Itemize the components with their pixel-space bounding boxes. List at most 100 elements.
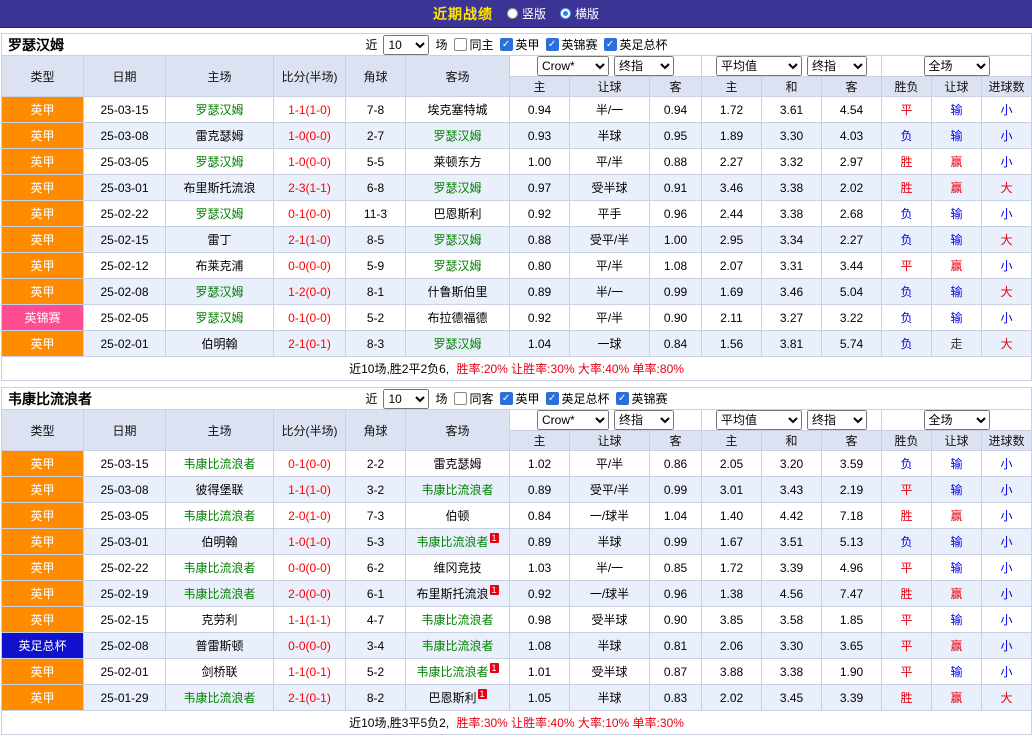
- home-team[interactable]: 彼得堡联: [195, 483, 243, 497]
- home-team[interactable]: 布莱克浦: [195, 259, 243, 273]
- match-date: 25-02-08: [84, 633, 166, 659]
- euro-provider-select[interactable]: 平均值: [716, 410, 802, 430]
- away-team[interactable]: 韦康比流浪者: [416, 665, 488, 679]
- home-team[interactable]: 雷克瑟姆: [195, 129, 243, 143]
- match-result: 平: [882, 477, 932, 503]
- score: 2-0(1-0): [274, 503, 346, 529]
- scope-select[interactable]: 全场: [924, 56, 990, 76]
- asian-home-odds: 0.92: [510, 201, 570, 227]
- asian-home-odds: 0.97: [510, 175, 570, 201]
- score: 1-0(0-0): [274, 149, 346, 175]
- euro-time-select[interactable]: 终指: [807, 56, 867, 76]
- away-team[interactable]: 伯顿: [445, 509, 469, 523]
- away-team[interactable]: 布拉德福德: [427, 311, 487, 325]
- euro-home-odds: 3.88: [702, 659, 762, 685]
- col-header-type: 类型: [2, 56, 84, 97]
- page-title: 近期战绩: [433, 4, 493, 24]
- col-header-corners: 角球: [346, 410, 406, 451]
- checkbox-league-1[interactable]: 英甲: [500, 390, 540, 407]
- team-name: 罗瑟汉姆: [8, 35, 64, 55]
- checkbox-league-2[interactable]: 英锦赛: [546, 36, 598, 53]
- home-team[interactable]: 罗瑟汉姆: [195, 207, 243, 221]
- match-result: 胜: [882, 149, 932, 175]
- away-team[interactable]: 莱顿东方: [433, 155, 481, 169]
- asian-home-odds: 0.84: [510, 503, 570, 529]
- euro-away-odds: 1.90: [822, 659, 882, 685]
- subcol-asian-home: 主: [510, 431, 570, 451]
- away-team[interactable]: 韦康比流浪者: [421, 483, 493, 497]
- home-team[interactable]: 剑桥联: [201, 665, 237, 679]
- match-date: 25-02-12: [84, 253, 166, 279]
- home-team[interactable]: 韦康比流浪者: [183, 691, 255, 705]
- home-team[interactable]: 罗瑟汉姆: [195, 311, 243, 325]
- odds-provider-select[interactable]: Crow*: [537, 56, 609, 76]
- asian-home-odds: 1.03: [510, 555, 570, 581]
- handicap-line: 受半球: [570, 659, 650, 685]
- home-team[interactable]: 雷丁: [207, 233, 231, 247]
- match-count-select[interactable]: 10: [383, 35, 429, 55]
- home-team[interactable]: 韦康比流浪者: [183, 587, 255, 601]
- match-count-select[interactable]: 10: [383, 389, 429, 409]
- home-team[interactable]: 罗瑟汉姆: [195, 155, 243, 169]
- corners: 5-2: [346, 305, 406, 331]
- handicap-line: 受半球: [570, 607, 650, 633]
- away-team[interactable]: 埃克塞特城: [427, 103, 487, 117]
- score: 2-3(1-1): [274, 175, 346, 201]
- away-team[interactable]: 韦康比流浪者: [416, 535, 488, 549]
- home-team[interactable]: 罗瑟汉姆: [195, 285, 243, 299]
- layout-radio-vertical[interactable]: 竖版: [507, 5, 546, 22]
- match-result: 胜: [882, 503, 932, 529]
- away-team[interactable]: 罗瑟汉姆: [433, 233, 481, 247]
- home-team[interactable]: 韦康比流浪者: [183, 509, 255, 523]
- layout-radio-horizontal[interactable]: 横版: [560, 5, 599, 22]
- goals-result: 小: [982, 503, 1032, 529]
- odds-time-select[interactable]: 终指: [614, 410, 674, 430]
- away-team[interactable]: 什鲁斯伯里: [427, 285, 487, 299]
- away-team[interactable]: 韦康比流浪者: [421, 639, 493, 653]
- away-team[interactable]: 布里斯托流浪: [416, 587, 488, 601]
- scope-select[interactable]: 全场: [924, 410, 990, 430]
- away-team[interactable]: 罗瑟汉姆: [433, 337, 481, 351]
- home-team[interactable]: 韦康比流浪者: [183, 457, 255, 471]
- checkbox-same-venue[interactable]: 同主: [454, 36, 494, 53]
- home-team[interactable]: 伯明翰: [201, 535, 237, 549]
- euro-provider-select[interactable]: 平均值: [716, 56, 802, 76]
- col-header-date: 日期: [84, 410, 166, 451]
- away-team[interactable]: 罗瑟汉姆: [433, 129, 481, 143]
- handicap-line: 一/球半: [570, 581, 650, 607]
- checkbox-league-3[interactable]: 英足总杯: [604, 36, 668, 53]
- euro-away-odds: 5.13: [822, 529, 882, 555]
- away-team[interactable]: 韦康比流浪者: [421, 613, 493, 627]
- home-team[interactable]: 克劳利: [201, 613, 237, 627]
- away-team[interactable]: 巴恩斯利: [433, 207, 481, 221]
- match-date: 25-03-01: [84, 175, 166, 201]
- away-team[interactable]: 巴恩斯利: [428, 691, 476, 705]
- home-team[interactable]: 伯明翰: [201, 337, 237, 351]
- asian-away-odds: 0.85: [650, 555, 702, 581]
- checkbox-league-3[interactable]: 英锦赛: [616, 390, 668, 407]
- away-team[interactable]: 雷克瑟姆: [433, 457, 481, 471]
- home-team[interactable]: 韦康比流浪者: [183, 561, 255, 575]
- checkbox-league-1[interactable]: 英甲: [500, 36, 540, 53]
- home-team[interactable]: 普雷斯顿: [195, 639, 243, 653]
- away-team[interactable]: 罗瑟汉姆: [433, 259, 481, 273]
- match-result: 胜: [882, 581, 932, 607]
- match-result: 平: [882, 633, 932, 659]
- corners: 8-2: [346, 685, 406, 711]
- away-team[interactable]: 罗瑟汉姆: [433, 181, 481, 195]
- league-badge: 英甲: [2, 659, 84, 685]
- home-team[interactable]: 罗瑟汉姆: [195, 103, 243, 117]
- euro-time-select[interactable]: 终指: [807, 410, 867, 430]
- checkbox-label: 同客: [470, 390, 494, 407]
- odds-provider-select[interactable]: Crow*: [537, 410, 609, 430]
- home-team[interactable]: 布里斯托流浪: [183, 181, 255, 195]
- odds-time-select[interactable]: 终指: [614, 56, 674, 76]
- checkbox-league-2[interactable]: 英足总杯: [546, 390, 610, 407]
- goals-result: 大: [982, 227, 1032, 253]
- match-row: 英甲 25-03-01 布里斯托流浪 2-3(1-1) 6-8 罗瑟汉姆 0.9…: [2, 175, 1032, 201]
- asian-odds-controls: Crow* 终指: [510, 410, 702, 431]
- match-row: 英甲 25-02-01 剑桥联 1-1(0-1) 5-2 韦康比流浪者1 1.0…: [2, 659, 1032, 685]
- away-team[interactable]: 维冈竞技: [433, 561, 481, 575]
- checkbox-same-venue[interactable]: 同客: [454, 390, 494, 407]
- handicap-line: 半球: [570, 529, 650, 555]
